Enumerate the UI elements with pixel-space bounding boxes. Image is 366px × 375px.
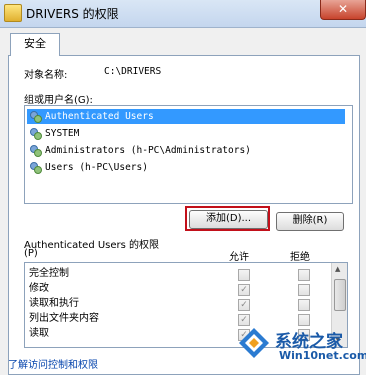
user-name: Users (h-PC\Users) [45,162,148,173]
watermark-logo-icon [239,328,269,358]
allow-checkbox[interactable]: ✓ [238,299,250,311]
permissions-title: Authenticated Users 的权限 [24,240,160,251]
list-item[interactable]: SYSTEM [27,126,345,141]
table-row: 完全控制 [29,267,329,281]
list-item[interactable]: Users (h-PC\Users) [27,160,345,175]
add-button[interactable]: 添加(D)... [189,210,268,229]
user-group-icon [29,110,42,123]
watermark-url: Win10net.com [279,349,366,362]
permission-name: 读取 [29,328,49,339]
allow-checkbox[interactable]: ✓ [238,314,250,326]
permission-name: 列出文件夹内容 [29,313,99,324]
title-bar: DRIVERS 的权限 ✕ [0,0,366,28]
object-name-value: C:\DRIVERS [104,66,162,77]
scroll-up-icon[interactable]: ▲ [335,265,340,273]
tab-security[interactable]: 安全 [10,33,60,56]
permission-name: 修改 [29,283,49,294]
table-row: 列出文件夹内容 [29,312,329,326]
deny-checkbox[interactable] [298,269,310,281]
list-item[interactable]: Administrators (h-PC\Administrators) [27,143,345,158]
user-name: Authenticated Users [45,111,154,122]
remove-button[interactable]: 删除(R) [276,212,344,231]
scroll-thumb[interactable] [334,279,346,311]
folder-icon [4,4,22,22]
window-title: DRIVERS 的权限 [26,7,119,21]
user-name: SYSTEM [45,128,80,139]
permission-name: 读取和执行 [29,298,79,309]
object-name-label: 对象名称: [24,70,68,81]
allow-column-header: 允许 [229,252,249,263]
allow-checkbox[interactable]: ✓ [238,284,250,296]
permissions-title-suffix: (P) [24,248,38,259]
user-group-icon [29,127,42,140]
user-name: Administrators (h-PC\Administrators) [45,145,251,156]
user-group-icon [29,144,42,157]
group-users-label: 组或用户名(G): [24,95,93,106]
users-listbox[interactable]: Authenticated Users SYSTEM Administrator… [24,105,353,204]
table-row: 修改 [29,282,329,296]
deny-checkbox[interactable] [298,299,310,311]
close-button[interactable]: ✕ [320,0,366,20]
allow-checkbox[interactable] [238,269,250,281]
deny-checkbox[interactable] [298,284,310,296]
access-control-link[interactable]: 了解访问控制和权限 [8,356,98,371]
user-group-icon [29,161,42,174]
deny-column-header: 拒绝 [290,252,310,263]
permission-name: 完全控制 [29,268,69,279]
table-row: 读取和执行 [29,297,329,311]
list-item[interactable]: Authenticated Users [27,109,345,124]
deny-checkbox[interactable] [298,314,310,326]
